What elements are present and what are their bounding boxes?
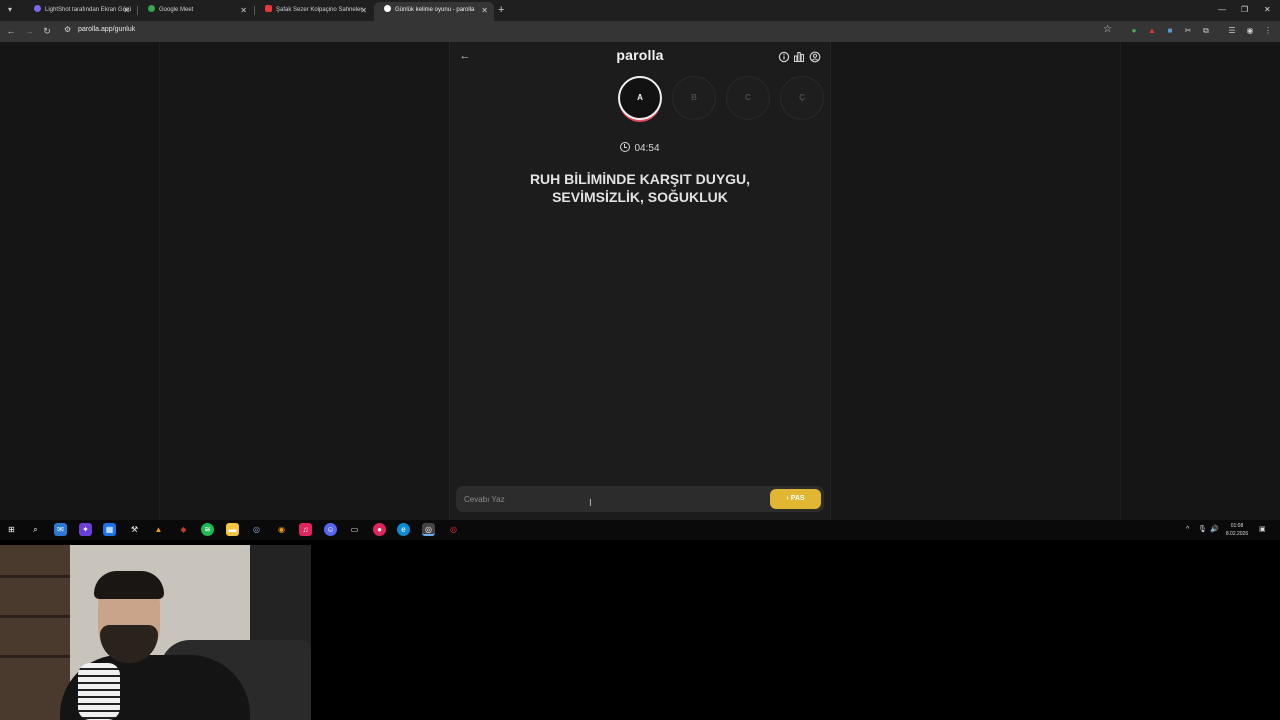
vlc-icon[interactable]: ▲: [152, 523, 165, 536]
lightshot-favicon-icon: [34, 5, 41, 12]
restore-icon[interactable]: ❐: [1241, 3, 1248, 17]
pass-button[interactable]: › PAS: [770, 489, 821, 509]
search-icon[interactable]: ⌕: [29, 523, 42, 536]
question-text: RUH BİLİMİNDE KARŞIT DUYGU, SEVİMSİZLİK,…: [490, 170, 790, 206]
tab-search-icon[interactable]: ▾: [3, 3, 17, 17]
parolla-favicon-icon: [384, 5, 391, 12]
notifications-icon[interactable]: ▣: [1259, 524, 1266, 536]
countdown-timer: 04:54: [450, 142, 830, 154]
copilot-icon[interactable]: ✦: [79, 523, 92, 536]
file-explorer-icon[interactable]: ▬: [226, 523, 239, 536]
pass-label: PAS: [790, 495, 805, 502]
store-icon[interactable]: ▦: [103, 523, 116, 536]
youtube-favicon-icon: [265, 5, 272, 12]
browser-menu-icon[interactable]: ⋮: [1262, 25, 1274, 37]
right-margin: [1120, 42, 1280, 520]
answer-bar: › PAS: [456, 486, 824, 512]
extension-shield-icon[interactable]: ●: [1128, 25, 1140, 37]
bookshelf: [0, 545, 70, 720]
tab-parolla[interactable]: Günlük kelime oyunu - parolla ✕: [374, 2, 494, 21]
back-icon[interactable]: ←: [4, 24, 18, 38]
app-icon[interactable]: ◆: [177, 523, 190, 536]
question-line-2: SEVİMSİZLİK, SOĞUKLUK: [552, 189, 728, 205]
user-profile-icon[interactable]: [809, 50, 821, 63]
clock-time: 01:08: [1230, 523, 1244, 529]
browser-toolbar: ← → ↻ ⚙ parolla.app/gunluk ☆ ● ▲ ■ ✂ ⧉ ☰…: [0, 21, 1280, 42]
tool-icon[interactable]: ⚒: [128, 523, 141, 536]
url-text[interactable]: parolla.app/gunluk: [78, 26, 135, 33]
site-info-icon[interactable]: ⚙: [64, 25, 71, 34]
bookmark-star-icon[interactable]: ☆: [1103, 24, 1112, 35]
microphone: [78, 663, 120, 720]
address-bar[interactable]: ⚙ parolla.app/gunluk ☆: [58, 24, 1118, 39]
answer-input[interactable]: [456, 486, 756, 512]
timer-value: 04:54: [634, 143, 660, 154]
left-margin: [0, 42, 160, 520]
close-tab-icon[interactable]: ✕: [123, 2, 130, 19]
close-tab-icon[interactable]: ✕: [360, 2, 367, 19]
red-app-icon[interactable]: ●: [373, 523, 386, 536]
game-panel: ← parolla A B C Ç 04:54 RUH BİLİMİNDE KA…: [449, 42, 831, 520]
tab-title: Şafak Sezer Kolpaçino Sahneler: [276, 7, 363, 13]
microphone-icon[interactable]: 🎙: [1198, 524, 1207, 536]
podcast-icon[interactable]: ◎: [250, 523, 263, 536]
spotify-icon[interactable]: ≋: [201, 523, 214, 536]
profile-icon[interactable]: ◉: [1244, 25, 1256, 37]
text-cursor-icon: I: [589, 498, 592, 509]
google-meet-favicon-icon: [148, 5, 155, 12]
letter-circle-c: C: [726, 76, 770, 120]
chrome-icon[interactable]: ◎: [422, 523, 435, 536]
discord-icon[interactable]: ☺: [324, 523, 337, 536]
extension-translate-icon[interactable]: ■: [1164, 25, 1176, 37]
close-window-icon[interactable]: ✕: [1264, 3, 1271, 17]
letter-circle-b: B: [672, 76, 716, 120]
chevron-right-icon: ›: [786, 495, 789, 502]
outlook-icon[interactable]: ✉: [54, 523, 67, 536]
app-logo: parolla: [616, 47, 664, 63]
game-launcher-icon[interactable]: ◉: [275, 523, 288, 536]
windows-taskbar: ⊞ ⌕ ✉ ✦ ▦ ⚒ ▲ ◆ ≋ ▬ ◎ ◉ ♫ ☺ ▭ ● e ◎ ◎ ^ …: [0, 520, 1280, 540]
page-content: ← parolla A B C Ç 04:54 RUH BİLİMİNDE KA…: [0, 42, 1280, 520]
person-hair: [94, 571, 164, 599]
clock-icon: [620, 142, 631, 152]
question-line-1: RUH BİLİMİNDE KARŞIT DUYGU,: [529, 171, 751, 187]
tab-title: Günlük kelime oyunu - parolla: [395, 7, 475, 13]
extension-tool-icon[interactable]: ✂: [1182, 25, 1194, 37]
info-icon[interactable]: [778, 50, 790, 63]
letter-circle-c-cedilla: Ç: [780, 76, 824, 120]
webcam-overlay: [0, 545, 311, 720]
tab-title: Google Meet: [159, 7, 194, 13]
extension-pdf-icon[interactable]: ▲: [1146, 25, 1158, 37]
tv-app-icon[interactable]: ▭: [348, 523, 361, 536]
close-tab-icon[interactable]: ✕: [240, 2, 247, 19]
tab-lightshot[interactable]: LightShot tarafından Ekran Görü ✕: [24, 2, 136, 21]
tray-chevron-icon[interactable]: ^: [1186, 524, 1189, 536]
close-tab-icon[interactable]: ✕: [481, 2, 488, 19]
volume-icon[interactable]: 🔊: [1210, 524, 1219, 536]
edge-icon[interactable]: e: [397, 523, 410, 536]
tab-youtube[interactable]: Şafak Sezer Kolpaçino Sahneler ✕: [255, 2, 373, 21]
tab-search-list-icon[interactable]: ☰: [1226, 25, 1238, 37]
clock-date: 8.02.2026: [1225, 531, 1249, 537]
extensions-puzzle-icon[interactable]: ⧉: [1200, 25, 1212, 37]
reload-icon[interactable]: ↻: [40, 24, 54, 38]
tab-google-meet[interactable]: Google Meet ✕: [138, 2, 253, 21]
tab-strip: ▾ LightShot tarafından Ekran Görü ✕ Goog…: [0, 0, 1280, 21]
forward-icon[interactable]: →: [22, 24, 36, 38]
minimize-icon[interactable]: —: [1218, 3, 1226, 17]
letter-circle-a: A: [618, 76, 662, 120]
chrome-canary-icon[interactable]: ◎: [447, 523, 460, 536]
windows-start-icon[interactable]: ⊞: [5, 523, 18, 536]
music-icon[interactable]: ♫: [299, 523, 312, 536]
new-tab-icon[interactable]: +: [498, 3, 504, 17]
tab-title: LightShot tarafından Ekran Görü: [45, 7, 132, 13]
system-clock[interactable]: 01:08 8.02.2026: [1222, 522, 1252, 538]
stats-chart-icon[interactable]: [793, 50, 805, 62]
